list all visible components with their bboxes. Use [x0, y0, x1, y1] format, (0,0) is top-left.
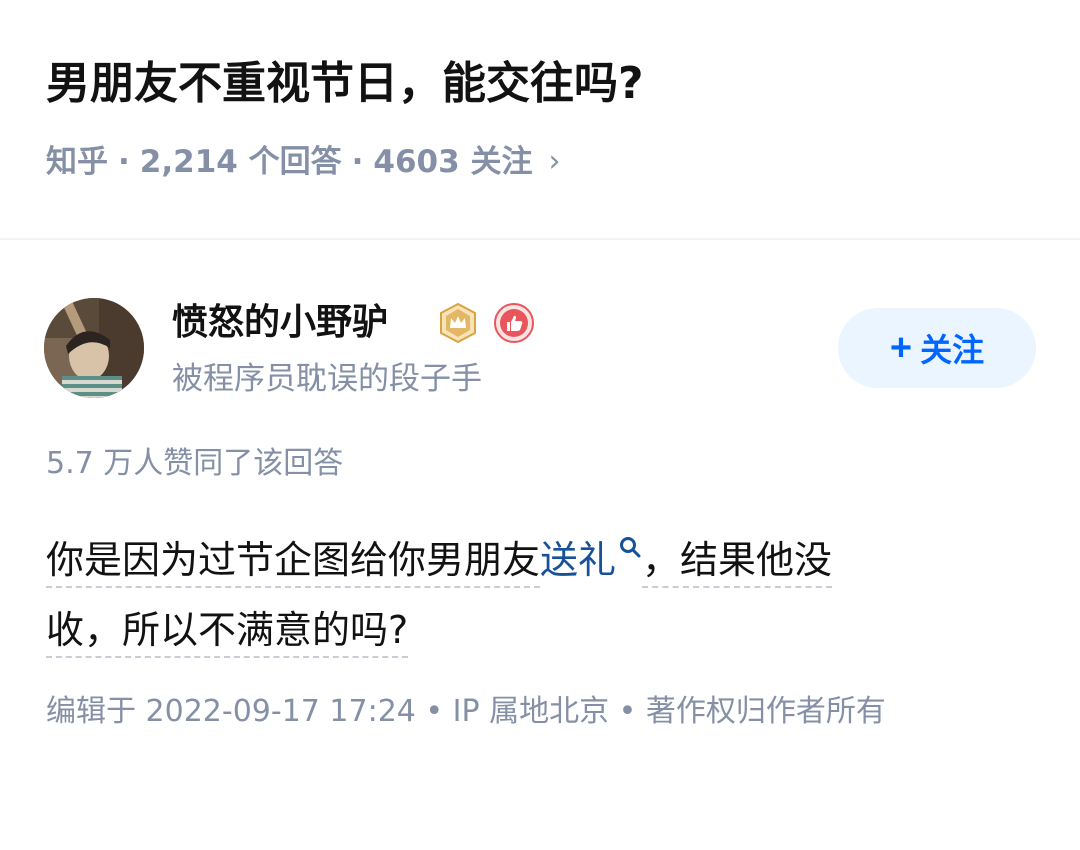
answers-count: 2,214 个回答 — [139, 144, 342, 180]
follow-label: 关注 — [920, 332, 985, 368]
avatar[interactable] — [44, 298, 144, 398]
answer-line-2: 收，所以不满意的吗? — [46, 595, 1036, 665]
vote-count: 5.7 万人赞同了该回答 — [46, 446, 344, 481]
meta-separator: · — [351, 144, 364, 180]
answer-content: 你是因为过节企图给你男朋友送礼 ，结果他没 收，所以不满意的吗? — [46, 525, 1036, 665]
chevron-right-icon: › — [548, 144, 561, 179]
answer-text: 你是因为过节企图给你男朋友 — [46, 538, 541, 588]
avatar-photo-icon — [44, 298, 144, 398]
answer-line-1: 你是因为过节企图给你男朋友送礼 ，结果他没 — [46, 525, 1036, 595]
followers-count: 4603 关注 — [373, 144, 533, 180]
answer-footer-meta: 编辑于 2022-09-17 17:24 • IP 属地北京 • 著作权归作者所… — [46, 694, 886, 729]
author-name[interactable]: 愤怒的小野驴 — [172, 297, 388, 349]
search-icon[interactable] — [618, 535, 642, 559]
thumbs-up-badge-icon[interactable] — [493, 302, 535, 344]
keyword-link[interactable]: 送礼 — [540, 538, 616, 582]
answer-text: 收，所以不满意的吗? — [46, 608, 409, 658]
crown-badge-icon[interactable] — [437, 302, 479, 344]
section-divider — [0, 238, 1080, 240]
answer-text: ，结果他没 — [642, 538, 833, 588]
follow-button[interactable]: + 关注 — [838, 308, 1036, 388]
question-title[interactable]: 男朋友不重视节日，能交往吗? — [46, 52, 644, 116]
meta-separator: · — [118, 144, 130, 180]
author-bio: 被程序员耽误的段子手 — [172, 361, 482, 397]
source-label: 知乎 — [46, 144, 108, 180]
question-meta[interactable]: 知乎 · 2,214 个回答 · 4603 关注 › — [46, 140, 561, 184]
plus-icon: + — [889, 327, 913, 369]
